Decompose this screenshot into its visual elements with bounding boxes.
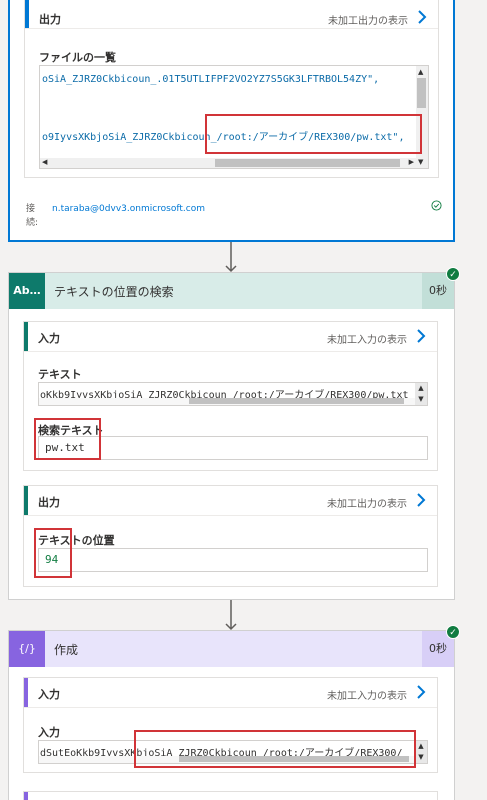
show-raw-inputs-link[interactable]: 未加工入力の表示 — [327, 687, 407, 702]
text-position-box: 94 — [38, 548, 428, 572]
chevron-right-icon[interactable] — [415, 492, 427, 508]
connection-account: n.taraba@0dvv3.onmicrosoft.com — [52, 204, 205, 214]
file-list-label: ファイルの一覧 — [39, 51, 116, 64]
compose-header[interactable]: {∕} 作成 0秒 — [9, 631, 454, 667]
next-section — [23, 791, 438, 800]
output-section-header: 出力 未加工出力の表示 — [24, 486, 437, 516]
vertical-scrollbar[interactable]: ▲ ▼ — [415, 383, 427, 405]
vertical-scrollbar[interactable]: ▲ ▼ — [415, 741, 427, 763]
text-action-icon: Ab… — [9, 273, 45, 309]
action-title: テキストの位置の検索 — [54, 285, 174, 299]
input-section: 入力 未加工入力の表示 入力 dSutEoKkb9IyvsXKbjoSiA_ZJ… — [23, 677, 438, 773]
connection-label: 接続: — [26, 204, 39, 228]
highlight-box — [34, 418, 101, 460]
success-check-icon: ✓ — [446, 267, 460, 281]
compose-card: {∕} 作成 0秒 ✓ 入力 未加工入力の表示 入力 dSutEoKkb9Iyv… — [8, 625, 460, 800]
input-section: 入力 未加工入力の表示 テキスト oKkb9IyvsXKbjoSiA_ZJRZ0… — [23, 321, 438, 471]
output-section: 出力 未加工出力の表示 ファイルの一覧 oSiA_ZJRZ0Ckbicoun_.… — [24, 0, 439, 178]
find-text-position-card: Ab… テキストの位置の検索 0秒 ✓ 入力 未加工入力の表示 テキスト oKk… — [8, 267, 460, 600]
file-list-line: oSiA_ZJRZ0Ckbicoun_.01T5UTLIFPF2VO2YZ7S5… — [42, 74, 380, 85]
flow-arrow-icon — [225, 600, 237, 631]
text-label: テキスト — [38, 368, 82, 381]
input-title: 入力 — [38, 332, 60, 345]
highlight-box — [134, 730, 416, 768]
show-raw-outputs-link[interactable]: 未加工出力の表示 — [327, 495, 407, 510]
compose-icon: {∕} — [9, 631, 45, 667]
compose-input-label: 入力 — [38, 726, 60, 739]
connection-ok-icon — [431, 200, 442, 211]
highlight-box — [205, 114, 422, 154]
chevron-right-icon[interactable] — [415, 684, 427, 700]
text-input-value: oKkb9IyvsXKbjoSiA_ZJRZ0Ckbicoun_/root:/ア… — [38, 382, 428, 406]
input-section-header: 入力 未加工入力の表示 — [24, 678, 437, 708]
success-check-icon: ✓ — [446, 625, 460, 639]
chevron-right-icon[interactable] — [415, 328, 427, 344]
action-title: 作成 — [54, 643, 79, 657]
input-section-header: 入力 未加工入力の表示 — [24, 322, 437, 352]
find-text-position-header[interactable]: Ab… テキストの位置の検索 0秒 — [9, 273, 454, 309]
input-title: 入力 — [38, 688, 60, 701]
output-title: 出力 — [39, 13, 61, 26]
show-raw-outputs-link[interactable]: 未加工出力の表示 — [328, 12, 408, 27]
horizontal-scrollbar[interactable] — [39, 398, 415, 405]
chevron-right-icon[interactable] — [416, 9, 428, 25]
output-section: 出力 未加工出力の表示 テキストの位置 94 — [23, 485, 438, 587]
list-files-card: 出力 未加工出力の表示 ファイルの一覧 oSiA_ZJRZ0Ckbicoun_.… — [8, 0, 455, 242]
highlight-box — [34, 528, 72, 578]
horizontal-scrollbar[interactable]: ◀ ▶ — [40, 158, 416, 168]
output-section-header: 出力 未加工出力の表示 — [25, 0, 438, 29]
output-title: 出力 — [38, 496, 60, 509]
show-raw-inputs-link[interactable]: 未加工入力の表示 — [327, 331, 407, 346]
flow-arrow-icon — [225, 242, 237, 273]
